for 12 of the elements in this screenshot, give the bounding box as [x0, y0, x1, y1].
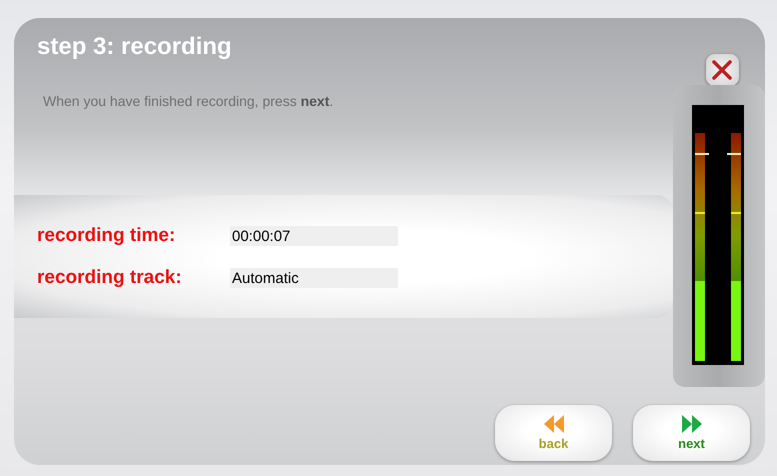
field-label: recording track:: [37, 266, 183, 288]
window-title: step 3: recording: [36, 32, 233, 62]
field-label: recording time:: [37, 224, 176, 246]
value-field: Automatic: [230, 268, 398, 288]
close-icon: [712, 60, 732, 80]
fast-forward-icon: [682, 415, 702, 433]
rewind-icon: [544, 415, 564, 433]
next-button[interactable]: next: [633, 405, 750, 461]
instruction-text: When you have finished recording, press next.: [42, 92, 334, 111]
back-button[interactable]: back: [495, 405, 612, 461]
value-field: 00:00:07: [230, 226, 398, 246]
close-button[interactable]: [706, 54, 738, 86]
